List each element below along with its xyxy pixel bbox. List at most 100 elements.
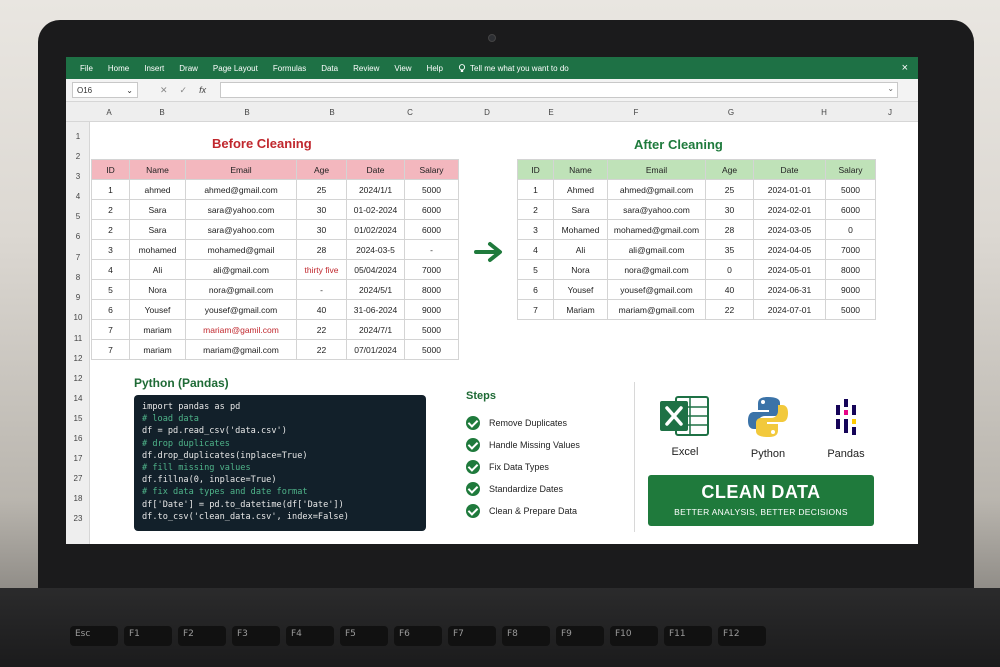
table-cell[interactable]: Sara bbox=[129, 219, 186, 240]
row-header[interactable]: 10 bbox=[66, 313, 90, 322]
table-cell[interactable]: - bbox=[404, 239, 459, 260]
table-cell[interactable]: 1 bbox=[91, 179, 130, 200]
table-cell[interactable]: mariam@gamil.com bbox=[185, 319, 297, 340]
table-cell[interactable]: 30 bbox=[296, 199, 347, 220]
table-cell[interactable]: Ahmed bbox=[553, 179, 608, 200]
table-cell[interactable]: ahmed bbox=[129, 179, 186, 200]
menu-draw[interactable]: Draw bbox=[173, 64, 207, 73]
tell-me-box[interactable]: Tell me what you want to do bbox=[458, 64, 569, 73]
table-cell[interactable]: 2 bbox=[91, 219, 130, 240]
table-cell[interactable]: 5000 bbox=[404, 319, 459, 340]
table-cell[interactable]: yousef@gmail.com bbox=[185, 299, 297, 320]
table-cell[interactable]: 4 bbox=[517, 239, 554, 260]
row-header[interactable]: 11 bbox=[66, 334, 90, 343]
menu-review[interactable]: Review bbox=[347, 64, 388, 73]
table-cell[interactable]: ahmed@gmail.com bbox=[185, 179, 297, 200]
menu-help[interactable]: Help bbox=[421, 64, 452, 73]
table-cell[interactable]: mariam@gmail.com bbox=[185, 339, 297, 360]
table-cell[interactable]: Sara bbox=[129, 199, 186, 220]
column-header[interactable]: C bbox=[407, 108, 413, 117]
table-cell[interactable]: ahmed@gmail.com bbox=[607, 179, 706, 200]
column-header[interactable]: G bbox=[728, 108, 734, 117]
table-cell[interactable]: 3 bbox=[517, 219, 554, 240]
table-cell[interactable]: 40 bbox=[296, 299, 347, 320]
column-header[interactable]: E bbox=[548, 108, 553, 117]
table-cell[interactable]: mohamed@gmail bbox=[185, 239, 297, 260]
table-cell[interactable]: Yousef bbox=[553, 279, 608, 300]
expand-formula-icon[interactable]: ⌄ bbox=[887, 84, 894, 93]
table-cell[interactable]: 31-06-2024 bbox=[346, 299, 405, 320]
row-header[interactable]: 3 bbox=[66, 172, 90, 181]
column-header[interactable]: J bbox=[888, 108, 892, 117]
menu-formulas[interactable]: Formulas bbox=[267, 64, 315, 73]
row-header[interactable]: 16 bbox=[66, 434, 90, 443]
column-header[interactable]: B bbox=[159, 108, 164, 117]
formula-input[interactable]: ⌄ bbox=[220, 82, 899, 98]
row-header[interactable]: 12 bbox=[66, 374, 90, 383]
row-header[interactable]: 5 bbox=[66, 212, 90, 221]
table-cell[interactable]: 2024/7/1 bbox=[346, 319, 405, 340]
row-header[interactable]: 1 bbox=[66, 132, 90, 141]
table-cell[interactable]: 22 bbox=[296, 339, 347, 360]
table-cell[interactable]: ali@gmail.com bbox=[607, 239, 706, 260]
table-cell[interactable]: 0 bbox=[825, 219, 876, 240]
table-cell[interactable]: Ali bbox=[129, 259, 186, 280]
table-cell[interactable]: 9000 bbox=[404, 299, 459, 320]
table-cell[interactable]: 7 bbox=[91, 319, 130, 340]
row-header[interactable]: 9 bbox=[66, 293, 90, 302]
row-header[interactable]: 14 bbox=[66, 394, 90, 403]
menu-file[interactable]: File bbox=[74, 64, 102, 73]
table-cell[interactable]: Yousef bbox=[129, 299, 186, 320]
table-cell[interactable]: 8000 bbox=[825, 259, 876, 280]
table-cell[interactable]: 6000 bbox=[404, 219, 459, 240]
table-cell[interactable]: Mohamed bbox=[553, 219, 608, 240]
row-header[interactable]: 4 bbox=[66, 192, 90, 201]
table-cell[interactable]: 05/04/2024 bbox=[346, 259, 405, 280]
row-header[interactable]: 2 bbox=[66, 152, 90, 161]
table-cell[interactable]: - bbox=[296, 279, 347, 300]
table-cell[interactable]: 2024-03-5 bbox=[346, 239, 405, 260]
row-header[interactable]: 15 bbox=[66, 414, 90, 423]
table-cell[interactable]: 30 bbox=[296, 219, 347, 240]
row-header[interactable]: 27 bbox=[66, 474, 90, 483]
table-cell[interactable]: 40 bbox=[705, 279, 754, 300]
menu-data[interactable]: Data bbox=[315, 64, 347, 73]
table-cell[interactable]: 2024-05-01 bbox=[753, 259, 826, 280]
table-cell[interactable]: 9000 bbox=[825, 279, 876, 300]
confirm-icon[interactable]: ✓ bbox=[180, 85, 188, 96]
table-cell[interactable]: 5 bbox=[517, 259, 554, 280]
table-cell[interactable]: mariam bbox=[129, 339, 186, 360]
table-cell[interactable]: 7 bbox=[91, 339, 130, 360]
table-cell[interactable]: mohamed bbox=[129, 239, 186, 260]
row-header[interactable]: 12 bbox=[66, 354, 90, 363]
table-cell[interactable]: 2024-01-01 bbox=[753, 179, 826, 200]
table-cell[interactable]: thirty five bbox=[296, 259, 347, 280]
table-cell[interactable]: 0 bbox=[705, 259, 754, 280]
cancel-icon[interactable]: ✕ bbox=[160, 85, 168, 96]
column-header[interactable]: A bbox=[106, 108, 111, 117]
table-cell[interactable]: 5000 bbox=[825, 299, 876, 320]
table-cell[interactable]: 2024/1/1 bbox=[346, 179, 405, 200]
menu-insert[interactable]: Insert bbox=[138, 64, 173, 73]
table-cell[interactable]: sara@yahoo.com bbox=[185, 219, 297, 240]
table-cell[interactable]: nora@gmail.com bbox=[185, 279, 297, 300]
table-cell[interactable]: mariam@gmail.com bbox=[607, 299, 706, 320]
table-cell[interactable]: sara@yahoo.com bbox=[185, 199, 297, 220]
table-cell[interactable]: mariam bbox=[129, 319, 186, 340]
table-cell[interactable]: 7 bbox=[517, 299, 554, 320]
function-icon[interactable]: fx bbox=[199, 85, 206, 96]
column-header[interactable]: H bbox=[821, 108, 827, 117]
table-cell[interactable]: Sara bbox=[553, 199, 608, 220]
row-header[interactable]: 17 bbox=[66, 454, 90, 463]
table-cell[interactable]: 7000 bbox=[825, 239, 876, 260]
table-cell[interactable]: 35 bbox=[705, 239, 754, 260]
table-cell[interactable]: 5 bbox=[91, 279, 130, 300]
table-cell[interactable]: 5000 bbox=[404, 339, 459, 360]
table-cell[interactable]: 2024-07-01 bbox=[753, 299, 826, 320]
row-header[interactable]: 23 bbox=[66, 514, 90, 523]
table-cell[interactable]: 7000 bbox=[404, 259, 459, 280]
table-cell[interactable]: 6000 bbox=[404, 199, 459, 220]
table-cell[interactable]: 6 bbox=[91, 299, 130, 320]
table-cell[interactable]: 07/01/2024 bbox=[346, 339, 405, 360]
table-cell[interactable]: Ali bbox=[553, 239, 608, 260]
